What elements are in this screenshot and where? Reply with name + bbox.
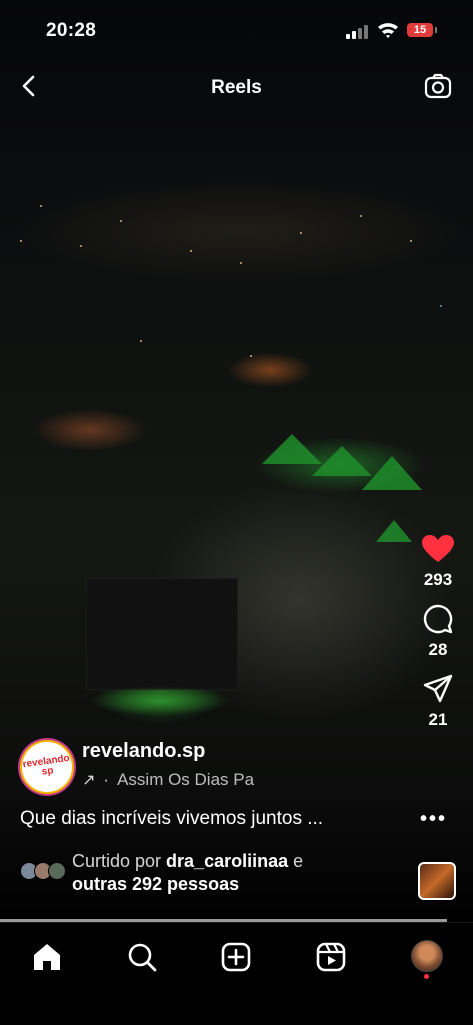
liker-avatars xyxy=(20,862,68,880)
author-avatar[interactable]: revelando sp xyxy=(20,740,74,794)
like-count[interactable]: 293 xyxy=(415,570,461,590)
liked-rest[interactable]: outras 292 pessoas xyxy=(72,874,239,894)
bottom-tab-bar xyxy=(0,922,473,1025)
liked-by-text: Curtido por dra_caroliinaa e outras 292 p… xyxy=(72,850,303,896)
reel-author: revelando sp revelando.sp ↗ · Assim Os D… xyxy=(20,740,400,796)
comment-count[interactable]: 28 xyxy=(415,640,461,660)
share-icon[interactable] xyxy=(423,674,453,704)
audio-thumbnail[interactable] xyxy=(418,862,456,900)
notification-dot xyxy=(424,974,429,979)
comment-icon[interactable] xyxy=(423,604,453,634)
profile-avatar[interactable] xyxy=(411,940,443,972)
wifi-icon xyxy=(378,23,398,38)
liked-user[interactable]: dra_caroliinaa xyxy=(166,851,288,871)
reel-actions: 293 28 21 xyxy=(415,534,461,744)
reel-caption[interactable]: Que dias incríveis vivemos juntos ... xyxy=(20,808,323,830)
battery-cap xyxy=(435,27,437,33)
share-count[interactable]: 21 xyxy=(415,710,461,730)
status-time: 20:28 xyxy=(46,20,97,41)
author-handle[interactable]: revelando.sp xyxy=(82,740,205,763)
liked-prefix: Curtido por xyxy=(72,851,167,871)
audio-track[interactable]: ↗ · Assim Os Dias Pa xyxy=(82,770,254,790)
status-bar: 20:28 15 xyxy=(0,0,473,60)
heart-icon[interactable] xyxy=(421,534,455,564)
author-logo: revelando sp xyxy=(22,752,71,778)
camera-icon[interactable] xyxy=(424,73,452,99)
search-icon[interactable] xyxy=(126,941,158,973)
battery-indicator: 15 xyxy=(407,23,433,37)
create-icon[interactable] xyxy=(220,941,252,973)
home-icon[interactable] xyxy=(31,941,63,973)
audio-separator: · xyxy=(103,770,110,789)
top-bar: Reels xyxy=(0,66,473,108)
audio-name: Assim Os Dias Pa xyxy=(117,770,255,789)
reels-icon[interactable] xyxy=(315,941,347,973)
more-icon[interactable]: ••• xyxy=(420,808,447,831)
page-title: Reels xyxy=(211,77,262,98)
liked-mid: e xyxy=(288,851,304,871)
cellular-signal-icon xyxy=(346,25,368,39)
trending-arrow-icon: ↗ xyxy=(82,772,96,789)
